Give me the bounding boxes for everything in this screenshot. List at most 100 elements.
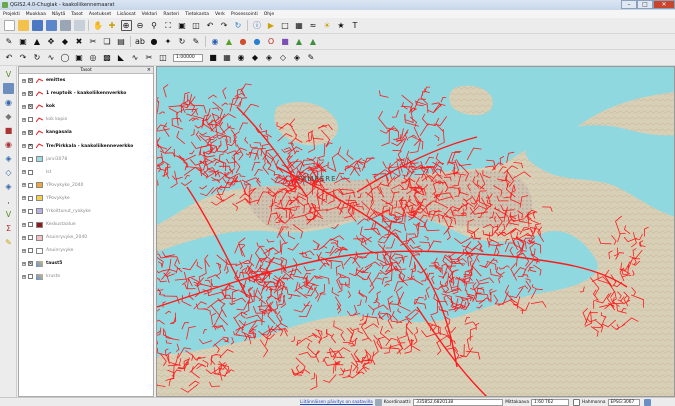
layer-visibility-checkbox[interactable]: ✕ (28, 143, 33, 149)
new-shapefile-icon[interactable]: ✎ (306, 52, 317, 63)
menu-prosessointi[interactable]: Prosessointi (228, 12, 261, 17)
layer-visibility-checkbox[interactable] (28, 169, 33, 175)
merge-features-icon[interactable]: ◫ (158, 52, 169, 63)
plugin3-icon[interactable]: ▲ (294, 36, 305, 47)
zoom-actual-icon[interactable]: ⚲ (149, 20, 160, 31)
label-rotate-icon[interactable]: ↻ (177, 36, 188, 47)
deselect-icon[interactable]: □ (280, 20, 291, 31)
simplify-icon[interactable]: ∿ (46, 52, 57, 63)
menu-vektori[interactable]: Vektori (139, 12, 161, 17)
layer-visibility-checkbox[interactable] (28, 222, 33, 228)
menu-tasot[interactable]: Tasot (68, 12, 86, 17)
save-as-icon[interactable] (45, 20, 57, 31)
zoom-full-icon[interactable]: ⛶ (163, 20, 174, 31)
grass-icon[interactable]: ▲ (224, 36, 235, 47)
add-delimited-layer-icon[interactable]: , (3, 195, 14, 206)
zoom-in-icon[interactable]: ⊕ (120, 20, 132, 31)
menu-tietokanta[interactable]: Tietokanta (182, 12, 212, 17)
copy-features-icon[interactable]: ❏ (102, 36, 113, 47)
expand-icon[interactable]: + (22, 235, 26, 240)
layer-row[interactable]: + ✕ kangasala (19, 126, 153, 139)
delete-ring-icon[interactable]: ◎ (88, 52, 99, 63)
layer-row[interactable]: + YPovykyke (19, 192, 153, 205)
refresh-icon[interactable]: ↻ (233, 20, 244, 31)
undo-icon[interactable]: ↶ (4, 52, 15, 63)
coordinate-field[interactable]: 335852,6820138 (413, 398, 504, 406)
move-feature-icon[interactable]: ✥ (46, 36, 57, 47)
cut-features-icon[interactable]: ✂ (88, 36, 99, 47)
crs-field[interactable]: EPSG:3067 (607, 398, 640, 406)
layer-visibility-checkbox[interactable] (28, 235, 33, 241)
menu-rasteri[interactable]: Rasteri (160, 12, 182, 17)
layer-visibility-checkbox[interactable]: ✕ (28, 104, 33, 110)
menu-ohje[interactable]: Ohje (261, 12, 277, 17)
redo-icon[interactable]: ↷ (18, 52, 29, 63)
open-project-icon[interactable] (17, 20, 29, 31)
add-part-icon[interactable]: ▣ (74, 52, 85, 63)
split-features-icon[interactable]: ✂ (144, 52, 155, 63)
add-raster-icon[interactable]: ▦ (222, 52, 233, 63)
menu-lisaosat[interactable]: Lisäosat (114, 12, 138, 17)
plugin-update-link[interactable]: Liitännäisen päivitys on saatavilla (300, 400, 373, 405)
plugin4-icon[interactable]: ▲ (308, 36, 319, 47)
select-features-icon[interactable]: ▶ (266, 20, 277, 31)
save-edits-icon[interactable]: ▣ (18, 36, 29, 47)
label-pin-icon[interactable]: ● (149, 36, 160, 47)
layer-visibility-checkbox[interactable]: ✕ (28, 78, 33, 84)
expand-icon[interactable]: + (22, 78, 26, 83)
crs-icon[interactable] (643, 398, 651, 406)
expand-icon[interactable]: + (22, 261, 26, 266)
layer-visibility-checkbox[interactable] (28, 117, 33, 123)
add-postgis-icon[interactable]: ◉ (236, 52, 247, 63)
layer-row[interactable]: + Yrkoittunut_ryokyke (19, 205, 153, 218)
add-vector-layer-icon[interactable]: V (3, 69, 14, 80)
add-raster-layer-icon[interactable] (3, 83, 14, 94)
layer-visibility-checkbox[interactable] (28, 248, 33, 254)
render-checkbox-icon[interactable] (573, 398, 581, 406)
layer-row[interactable]: + Keskustaalue (19, 218, 153, 231)
map-canvas[interactable]: TAMPERE (156, 66, 675, 397)
delete-selected-icon[interactable]: ✖ (74, 36, 85, 47)
menu-muokkaa[interactable]: Muokkaa (23, 12, 49, 17)
layer-visibility-checkbox[interactable] (28, 195, 33, 201)
expand-icon[interactable]: + (22, 209, 26, 214)
expand-icon[interactable]: + (22, 274, 26, 279)
python-console-icon[interactable]: ● (252, 36, 263, 47)
composer-manager-icon[interactable] (73, 20, 85, 31)
expand-icon[interactable]: + (22, 130, 26, 135)
add-virtual-layer-icon[interactable]: V (3, 209, 14, 220)
zoom-next-icon[interactable]: ↷ (219, 20, 230, 31)
expand-icon[interactable]: + (22, 117, 26, 122)
pan-icon[interactable]: ✋ (93, 20, 104, 31)
expand-icon[interactable]: + (22, 157, 26, 162)
identify-icon[interactable]: ⓘ (252, 20, 263, 31)
scale-input[interactable]: 1:00000 (173, 53, 203, 62)
layer-row[interactable]: + ✕ taust5 (19, 257, 153, 270)
layer-visibility-checkbox[interactable] (28, 208, 33, 214)
new-layer-icon[interactable]: ✎ (3, 237, 14, 248)
label-tool-icon[interactable]: ab (135, 36, 146, 47)
new-project-icon[interactable] (3, 20, 15, 31)
scale-field[interactable]: 1:60 762 (531, 398, 570, 406)
layer-row[interactable]: + YPovykyke_2040 (19, 179, 153, 192)
layer-row[interactable]: + ✕ emittes (19, 74, 153, 87)
menu-verk[interactable]: Verk (212, 12, 228, 17)
close-button[interactable]: ✕ (653, 0, 675, 9)
georeferencer-icon[interactable]: ◉ (210, 36, 221, 47)
layer-visibility-checkbox[interactable] (28, 156, 33, 162)
messages-icon[interactable] (374, 398, 382, 406)
menu-asetukset[interactable]: Asetukset (86, 12, 114, 17)
expand-icon[interactable]: + (22, 248, 26, 253)
layer-row[interactable]: + Asuinryvyke (19, 244, 153, 257)
expand-icon[interactable]: + (22, 104, 26, 109)
text-annotation-icon[interactable]: T (350, 20, 361, 31)
bookmark-icon[interactable]: ★ (336, 20, 347, 31)
pan-to-selection-icon[interactable]: ✚ (107, 20, 118, 31)
layer-row[interactable]: + ✕ 1 reuptoik - kaakoliikennverkko (19, 87, 153, 100)
add-wcs-layer-icon[interactable]: ◇ (3, 167, 14, 178)
minimize-button[interactable]: – (621, 0, 637, 9)
layer-visibility-checkbox[interactable]: ✕ (28, 130, 33, 136)
layer-row[interactable]: + kok kopio (19, 113, 153, 126)
layer-row[interactable]: + ✕ Tre/Pirkkala - kaakoliikenneverkko (19, 139, 153, 152)
add-wfs-layer-icon[interactable]: ◈ (3, 181, 14, 192)
